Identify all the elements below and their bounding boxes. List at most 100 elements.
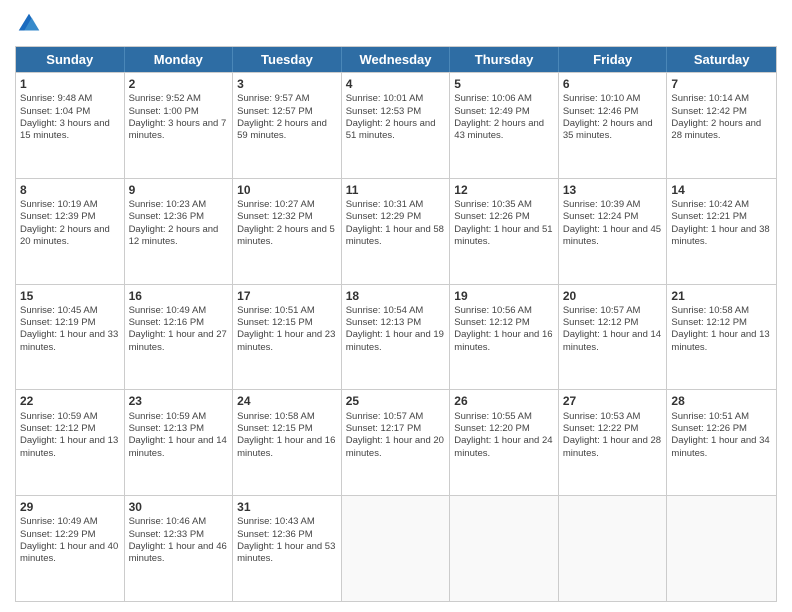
day-info: Sunrise: 10:51 AM Sunset: 12:26 PM Dayli… bbox=[671, 411, 772, 460]
day-info: Sunrise: 10:49 AM Sunset: 12:16 PM Dayli… bbox=[129, 305, 229, 354]
calendar-cell: 5Sunrise: 10:06 AM Sunset: 12:49 PM Dayl… bbox=[450, 73, 559, 178]
calendar-week-5: 29Sunrise: 10:49 AM Sunset: 12:29 PM Day… bbox=[16, 495, 776, 601]
day-number: 10 bbox=[237, 182, 337, 198]
day-number: 15 bbox=[20, 288, 120, 304]
calendar-cell: 8Sunrise: 10:19 AM Sunset: 12:39 PM Dayl… bbox=[16, 179, 125, 284]
day-number: 5 bbox=[454, 76, 554, 92]
day-number: 16 bbox=[129, 288, 229, 304]
day-number: 21 bbox=[671, 288, 772, 304]
day-header-monday: Monday bbox=[125, 47, 234, 72]
day-info: Sunrise: 10:42 AM Sunset: 12:21 PM Dayli… bbox=[671, 199, 772, 248]
day-number: 23 bbox=[129, 393, 229, 409]
day-number: 6 bbox=[563, 76, 663, 92]
calendar-cell: 17Sunrise: 10:51 AM Sunset: 12:15 PM Day… bbox=[233, 285, 342, 390]
day-info: Sunrise: 10:56 AM Sunset: 12:12 PM Dayli… bbox=[454, 305, 554, 354]
calendar-page: SundayMondayTuesdayWednesdayThursdayFrid… bbox=[0, 0, 792, 612]
day-info: Sunrise: 10:59 AM Sunset: 12:12 PM Dayli… bbox=[20, 411, 120, 460]
calendar-cell: 28 Sunrise: 10:51 AM Sunset: 12:26 PM Day… bbox=[667, 390, 776, 495]
day-number: 30 bbox=[129, 499, 229, 515]
calendar-cell: 12Sunrise: 10:35 AM Sunset: 12:26 PM Day… bbox=[450, 179, 559, 284]
day-info: Sunrise: 10:10 AM Sunset: 12:46 PM Dayli… bbox=[563, 93, 663, 142]
calendar-cell: 10Sunrise: 10:27 AM Sunset: 12:32 PM Day… bbox=[233, 179, 342, 284]
day-number: 12 bbox=[454, 182, 554, 198]
day-info: Sunrise: 9:48 AM Sunset: 1:04 PM Dayligh… bbox=[20, 93, 120, 142]
day-header-sunday: Sunday bbox=[16, 47, 125, 72]
calendar-cell: 25Sunrise: 10:57 AM Sunset: 12:17 PM Day… bbox=[342, 390, 451, 495]
day-header-wednesday: Wednesday bbox=[342, 47, 451, 72]
day-info: Sunrise: 10:59 AM Sunset: 12:13 PM Dayli… bbox=[129, 411, 229, 460]
day-number: 25 bbox=[346, 393, 446, 409]
calendar-cell bbox=[450, 496, 559, 601]
calendar-cell: 2Sunrise: 9:52 AM Sunset: 1:00 PM Daylig… bbox=[125, 73, 234, 178]
day-info: Sunrise: 10:27 AM Sunset: 12:32 PM Dayli… bbox=[237, 199, 337, 248]
day-number: 11 bbox=[346, 182, 446, 198]
day-info: Sunrise: 10:35 AM Sunset: 12:26 PM Dayli… bbox=[454, 199, 554, 248]
calendar-cell: 19Sunrise: 10:56 AM Sunset: 12:12 PM Day… bbox=[450, 285, 559, 390]
day-info: Sunrise: 10:58 AM Sunset: 12:12 PM Dayli… bbox=[671, 305, 772, 354]
calendar-cell: 20Sunrise: 10:57 AM Sunset: 12:12 PM Day… bbox=[559, 285, 668, 390]
day-info: Sunrise: 9:57 AM Sunset: 12:57 PM Daylig… bbox=[237, 93, 337, 142]
day-number: 3 bbox=[237, 76, 337, 92]
day-number: 1 bbox=[20, 76, 120, 92]
calendar-week-4: 22Sunrise: 10:59 AM Sunset: 12:12 PM Day… bbox=[16, 389, 776, 495]
day-number: 17 bbox=[237, 288, 337, 304]
day-info: Sunrise: 10:49 AM Sunset: 12:29 PM Dayli… bbox=[20, 516, 120, 565]
day-number: 7 bbox=[671, 76, 772, 92]
day-header-saturday: Saturday bbox=[667, 47, 776, 72]
calendar-cell: 21Sunrise: 10:58 AM Sunset: 12:12 PM Day… bbox=[667, 285, 776, 390]
calendar-week-3: 15Sunrise: 10:45 AM Sunset: 12:19 PM Day… bbox=[16, 284, 776, 390]
day-number: 27 bbox=[563, 393, 663, 409]
calendar-cell bbox=[559, 496, 668, 601]
calendar-body: 1Sunrise: 9:48 AM Sunset: 1:04 PM Daylig… bbox=[16, 72, 776, 601]
day-number: 13 bbox=[563, 182, 663, 198]
calendar-cell: 18Sunrise: 10:54 AM Sunset: 12:13 PM Day… bbox=[342, 285, 451, 390]
calendar-cell bbox=[342, 496, 451, 601]
day-number: 18 bbox=[346, 288, 446, 304]
calendar-cell: 15Sunrise: 10:45 AM Sunset: 12:19 PM Day… bbox=[16, 285, 125, 390]
calendar-cell: 30Sunrise: 10:46 AM Sunset: 12:33 PM Day… bbox=[125, 496, 234, 601]
day-info: Sunrise: 10:19 AM Sunset: 12:39 PM Dayli… bbox=[20, 199, 120, 248]
day-number: 2 bbox=[129, 76, 229, 92]
day-info: Sunrise: 10:06 AM Sunset: 12:49 PM Dayli… bbox=[454, 93, 554, 142]
day-info: Sunrise: 10:43 AM Sunset: 12:36 PM Dayli… bbox=[237, 516, 337, 565]
calendar-cell: 24 Sunrise: 10:58 AM Sunset: 12:15 PM Day… bbox=[233, 390, 342, 495]
page-header bbox=[15, 10, 777, 38]
day-number: 4 bbox=[346, 76, 446, 92]
calendar-cell: 13Sunrise: 10:39 AM Sunset: 12:24 PM Day… bbox=[559, 179, 668, 284]
day-info: Sunrise: 10:45 AM Sunset: 12:19 PM Dayli… bbox=[20, 305, 120, 354]
calendar-cell: 29Sunrise: 10:49 AM Sunset: 12:29 PM Day… bbox=[16, 496, 125, 601]
day-number: 26 bbox=[454, 393, 554, 409]
calendar-cell: 9Sunrise: 10:23 AM Sunset: 12:36 PM Dayl… bbox=[125, 179, 234, 284]
day-number: 24 bbox=[237, 393, 337, 409]
day-info: Sunrise: 10:51 AM Sunset: 12:15 PM Dayli… bbox=[237, 305, 337, 354]
day-header-friday: Friday bbox=[559, 47, 668, 72]
day-info: Sunrise: 9:52 AM Sunset: 1:00 PM Dayligh… bbox=[129, 93, 229, 142]
day-number: 9 bbox=[129, 182, 229, 198]
calendar-cell: 23 Sunrise: 10:59 AM Sunset: 12:13 PM Day… bbox=[125, 390, 234, 495]
day-number: 20 bbox=[563, 288, 663, 304]
calendar-cell: 31Sunrise: 10:43 AM Sunset: 12:36 PM Day… bbox=[233, 496, 342, 601]
calendar-cell: 16Sunrise: 10:49 AM Sunset: 12:16 PM Day… bbox=[125, 285, 234, 390]
day-info: Sunrise: 10:31 AM Sunset: 12:29 PM Dayli… bbox=[346, 199, 446, 248]
calendar-cell: 14Sunrise: 10:42 AM Sunset: 12:21 PM Day… bbox=[667, 179, 776, 284]
day-info: Sunrise: 10:01 AM Sunset: 12:53 PM Dayli… bbox=[346, 93, 446, 142]
calendar-cell: 6Sunrise: 10:10 AM Sunset: 12:46 PM Dayl… bbox=[559, 73, 668, 178]
calendar-cell: 4Sunrise: 10:01 AM Sunset: 12:53 PM Dayl… bbox=[342, 73, 451, 178]
logo-icon bbox=[15, 10, 43, 38]
logo bbox=[15, 10, 47, 38]
day-number: 29 bbox=[20, 499, 120, 515]
day-info: Sunrise: 10:57 AM Sunset: 12:12 PM Dayli… bbox=[563, 305, 663, 354]
day-info: Sunrise: 10:46 AM Sunset: 12:33 PM Dayli… bbox=[129, 516, 229, 565]
day-info: Sunrise: 10:58 AM Sunset: 12:15 PM Dayli… bbox=[237, 411, 337, 460]
day-number: 28 bbox=[671, 393, 772, 409]
calendar-cell: 3Sunrise: 9:57 AM Sunset: 12:57 PM Dayli… bbox=[233, 73, 342, 178]
calendar-cell: 27Sunrise: 10:53 AM Sunset: 12:22 PM Day… bbox=[559, 390, 668, 495]
day-info: Sunrise: 10:23 AM Sunset: 12:36 PM Dayli… bbox=[129, 199, 229, 248]
calendar-week-1: 1Sunrise: 9:48 AM Sunset: 1:04 PM Daylig… bbox=[16, 72, 776, 178]
calendar: SundayMondayTuesdayWednesdayThursdayFrid… bbox=[15, 46, 777, 602]
calendar-header-row: SundayMondayTuesdayWednesdayThursdayFrid… bbox=[16, 47, 776, 72]
calendar-cell: 11Sunrise: 10:31 AM Sunset: 12:29 PM Day… bbox=[342, 179, 451, 284]
day-header-tuesday: Tuesday bbox=[233, 47, 342, 72]
day-info: Sunrise: 10:54 AM Sunset: 12:13 PM Dayli… bbox=[346, 305, 446, 354]
day-info: Sunrise: 10:55 AM Sunset: 12:20 PM Dayli… bbox=[454, 411, 554, 460]
